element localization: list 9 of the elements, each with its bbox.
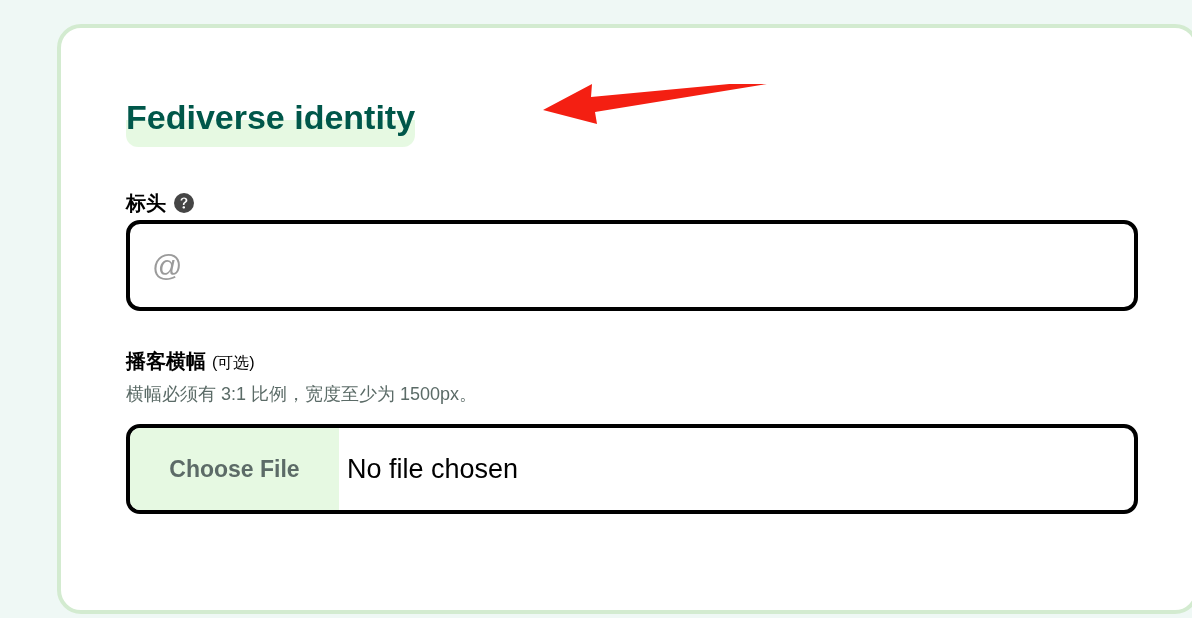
field-label: 播客横幅	[126, 349, 206, 374]
field-label: 标头	[126, 191, 166, 216]
file-input-field[interactable]: Choose File No file chosen	[126, 424, 1138, 514]
help-icon[interactable]	[174, 193, 194, 213]
field-hint: 横幅必须有 3:1 比例，宽度至少为 1500px。	[126, 383, 479, 406]
choose-file-button[interactable]: Choose File	[130, 428, 339, 510]
handle-input-field[interactable]: @	[126, 220, 1138, 311]
optional-note: (可选)	[212, 353, 255, 373]
file-status-text: No file chosen	[347, 452, 519, 486]
